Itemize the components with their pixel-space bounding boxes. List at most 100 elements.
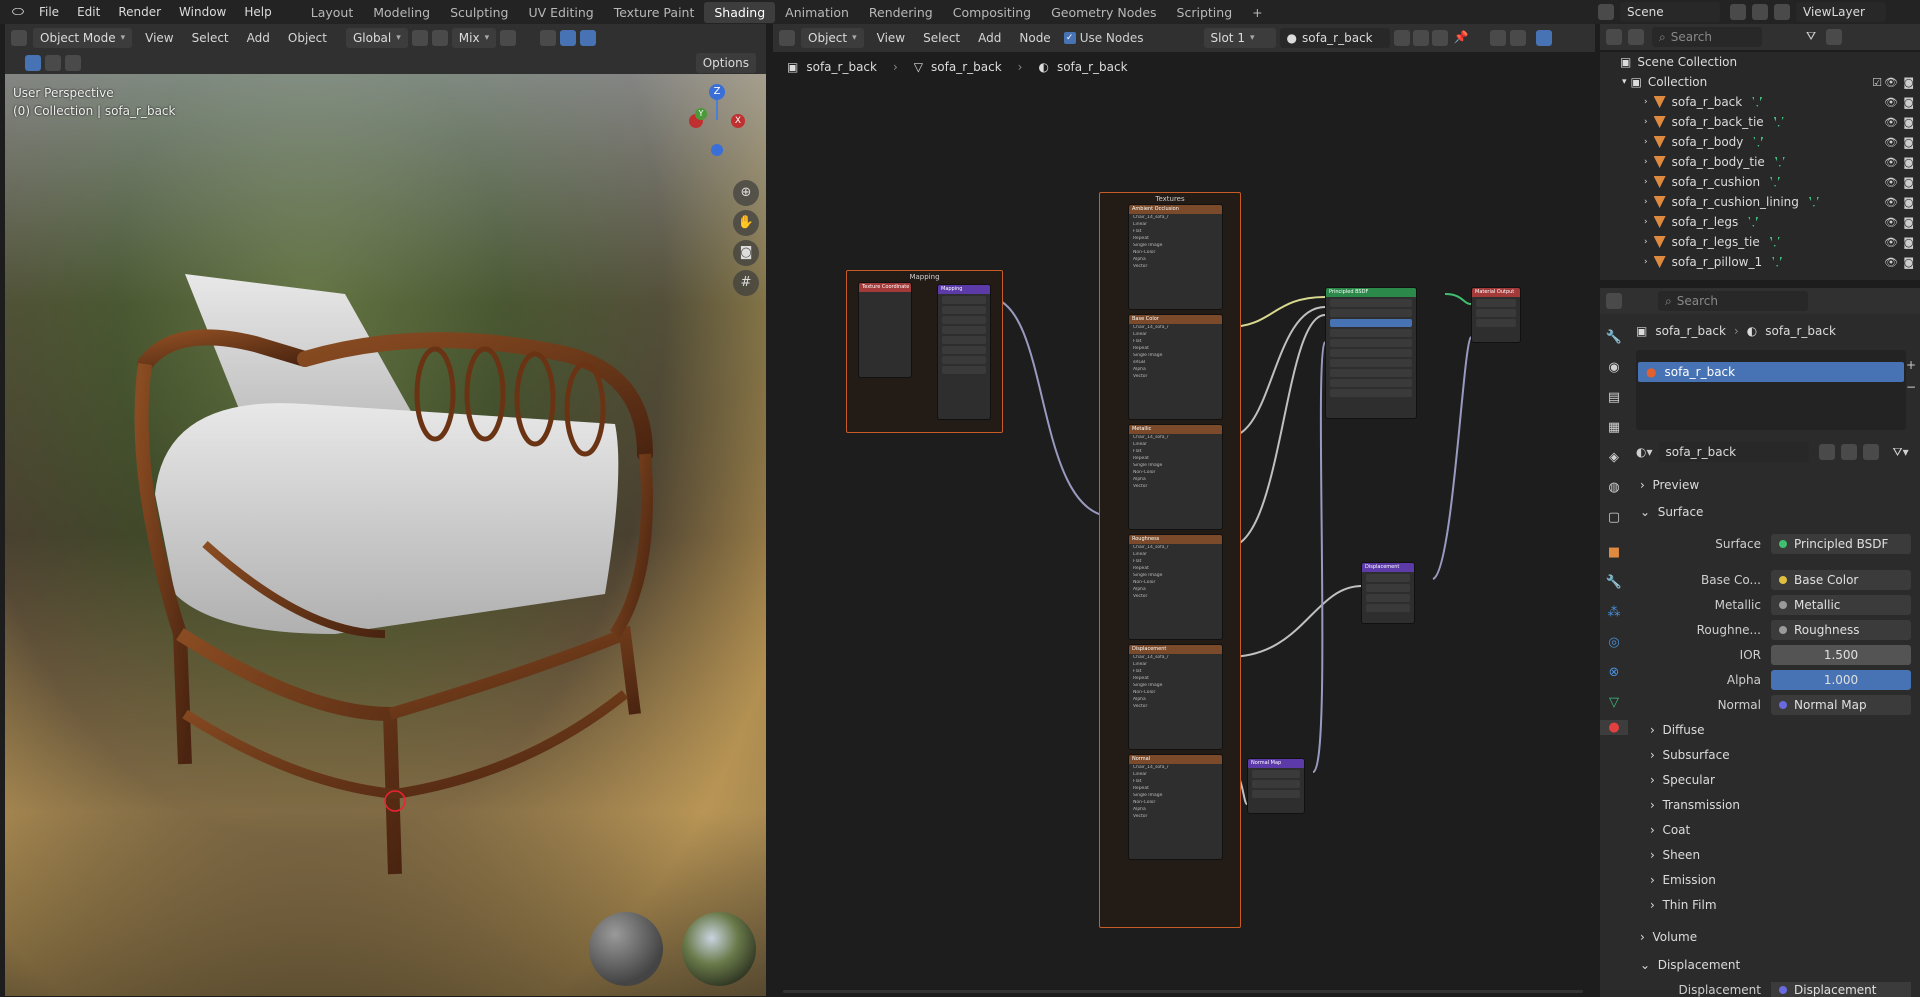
subsection-emission[interactable]: › Emission	[1650, 873, 1716, 887]
camera-icon[interactable]: ◙	[1903, 236, 1914, 249]
ior-field[interactable]: 1.500	[1771, 645, 1911, 665]
tab-modeling[interactable]: Modeling	[363, 2, 440, 23]
node-roughness-texture[interactable]: Roughness Chair_14_sofa_r Linear Flat Repe…	[1128, 534, 1223, 640]
metallic-field[interactable]: Metallic	[1771, 595, 1911, 615]
slot-selector[interactable]: Slot 1 ▾	[1203, 28, 1276, 48]
node-material-output[interactable]: Material Output	[1471, 287, 1521, 343]
chevron-right-icon[interactable]: ›	[1644, 237, 1648, 247]
pivot-icon[interactable]	[411, 30, 428, 46]
eye-icon[interactable]: 👁	[1884, 216, 1898, 229]
mode-selector[interactable]: Object Mode ▾	[33, 28, 133, 48]
editor-type-icon[interactable]	[779, 30, 795, 46]
physics-tab-icon[interactable]: ◎	[1600, 635, 1628, 650]
tab-geometry-nodes[interactable]: Geometry Nodes	[1041, 2, 1166, 23]
select-extend-icon[interactable]	[65, 55, 81, 71]
tab-compositing[interactable]: Compositing	[943, 2, 1041, 23]
blend-selector[interactable]: Mix ▾	[451, 28, 497, 48]
node-base-color-texture[interactable]: Base Color Chair_14_sofa_r Linear Flat Rep…	[1128, 314, 1223, 420]
camera-icon[interactable]: ◙	[1903, 216, 1914, 229]
select-box-icon[interactable]	[25, 55, 41, 71]
displacement-section[interactable]: ⌄ Displacement	[1640, 958, 1740, 972]
outliner-item[interactable]: › sofa_r_legs 👁 ◙	[1600, 212, 1920, 232]
outliner-item[interactable]: › sofa_r_back 👁 ◙	[1600, 92, 1920, 112]
eye-icon[interactable]: 👁	[1884, 236, 1898, 249]
camera-icon[interactable]: ◙	[1903, 156, 1914, 169]
fake-user-icon[interactable]	[1818, 444, 1835, 460]
displacement-field[interactable]: Displacement	[1771, 982, 1911, 997]
node-normal-map[interactable]: Normal Map	[1247, 758, 1305, 814]
outliner-item[interactable]: › sofa_r_back_tie 👁 ◙	[1600, 112, 1920, 132]
chair-model[interactable]	[5, 74, 766, 996]
camera-icon[interactable]: ◙	[1903, 196, 1914, 209]
fake-user-icon[interactable]	[1393, 30, 1410, 46]
chevron-right-icon[interactable]: ›	[1644, 257, 1648, 267]
constraints-tab-icon[interactable]: ⊗	[1600, 665, 1628, 680]
delete-scene-icon[interactable]	[1752, 4, 1768, 20]
viewport-menu-object[interactable]: Object	[279, 31, 336, 45]
tab-scripting[interactable]: Scripting	[1167, 2, 1243, 23]
navigation-gizmo[interactable]: Z X Y	[685, 84, 755, 164]
select-mode-icon[interactable]	[45, 55, 61, 71]
visibility-icon[interactable]	[540, 30, 557, 46]
unlink-material-icon[interactable]	[1431, 30, 1448, 46]
overlay-icon[interactable]	[580, 30, 597, 46]
unlink-material-icon[interactable]	[1862, 444, 1879, 460]
modifier-tab-icon[interactable]: 🔧	[1600, 575, 1628, 590]
camera-icon[interactable]: ◙	[1903, 76, 1914, 89]
node-ao-texture[interactable]: Ambient Occlusion Chair_14_sofa_r Linear…	[1128, 204, 1223, 310]
menu-file[interactable]: File	[30, 5, 68, 19]
material-slot-list[interactable]: ● sofa_r_back	[1636, 350, 1906, 430]
chevron-right-icon[interactable]: ›	[1644, 117, 1648, 127]
menu-help[interactable]: Help	[235, 5, 280, 19]
filter-icon[interactable]: ⛛▾	[1893, 445, 1909, 460]
surface-section[interactable]: ⌄ Surface	[1640, 505, 1703, 519]
node-texture-coordinate[interactable]: Texture Coordinate	[858, 282, 912, 378]
add-workspace-button[interactable]: +	[1242, 2, 1272, 23]
snap-options-icon[interactable]	[1509, 30, 1526, 46]
menu-window[interactable]: Window	[170, 5, 235, 19]
chevron-right-icon[interactable]: ›	[1644, 97, 1648, 107]
eye-icon[interactable]: 👁	[1884, 96, 1898, 109]
camera-icon[interactable]: ◙	[1903, 136, 1914, 149]
menu-edit[interactable]: Edit	[68, 5, 109, 19]
transform-orientation[interactable]: Global ▾	[345, 28, 408, 48]
pan-hand-icon[interactable]: ✋	[733, 210, 759, 236]
subsection-sheen[interactable]: › Sheen	[1650, 848, 1700, 862]
eye-icon[interactable]: 👁	[1884, 116, 1898, 129]
object-tab-icon[interactable]: ■	[1600, 545, 1628, 560]
tab-animation[interactable]: Animation	[775, 2, 859, 23]
add-slot-icon[interactable]: +	[1906, 358, 1916, 372]
ortho-grid-icon[interactable]: #	[733, 270, 759, 296]
node-mapping[interactable]: Mapping	[937, 284, 991, 420]
material-tab-icon[interactable]: ●	[1600, 720, 1628, 735]
material-browse-icon[interactable]: ◐▾	[1636, 445, 1653, 459]
filter-icon[interactable]: ⛛	[1806, 29, 1822, 45]
outliner-item[interactable]: › sofa_r_legs_tie 👁 ◙	[1600, 232, 1920, 252]
subsection-subsurface[interactable]: › Subsurface	[1650, 748, 1730, 762]
subsection-diffuse[interactable]: › Diffuse	[1650, 723, 1705, 737]
chevron-right-icon[interactable]: ›	[1644, 137, 1648, 147]
node-menu-node[interactable]: Node	[1010, 31, 1059, 45]
base-color-field[interactable]: Base Color	[1771, 570, 1911, 590]
remove-slot-icon[interactable]: −	[1906, 380, 1916, 394]
duplicate-material-icon[interactable]	[1412, 30, 1429, 46]
use-nodes-checkbox[interactable]: ✓ Use Nodes	[1063, 31, 1144, 45]
tab-rendering[interactable]: Rendering	[859, 2, 943, 23]
view-layer-tab-icon[interactable]: ▦	[1600, 420, 1628, 435]
eye-icon[interactable]: 👁	[1884, 76, 1898, 89]
subsection-coat[interactable]: › Coat	[1650, 823, 1690, 837]
subsection-transmission[interactable]: › Transmission	[1650, 798, 1740, 812]
eye-icon[interactable]: 👁	[1884, 196, 1898, 209]
new-collection-icon[interactable]	[1826, 29, 1842, 45]
chevron-right-icon[interactable]: ›	[1644, 197, 1648, 207]
eye-icon[interactable]: 👁	[1884, 256, 1898, 269]
node-menu-add[interactable]: Add	[969, 31, 1010, 45]
duplicate-material-icon[interactable]	[1840, 444, 1857, 460]
snap-node-icon[interactable]	[1489, 30, 1506, 46]
camera-icon[interactable]: ◙	[1903, 96, 1914, 109]
subsection-thin-film[interactable]: › Thin Film	[1650, 898, 1717, 912]
proportional-edit-icon[interactable]	[500, 30, 517, 46]
collection-row[interactable]: ▾ ▣ Collection ☑ 👁 ◙	[1600, 72, 1920, 92]
chevron-right-icon[interactable]: ›	[1644, 217, 1648, 227]
world-tab-icon[interactable]: ◍	[1600, 480, 1628, 495]
